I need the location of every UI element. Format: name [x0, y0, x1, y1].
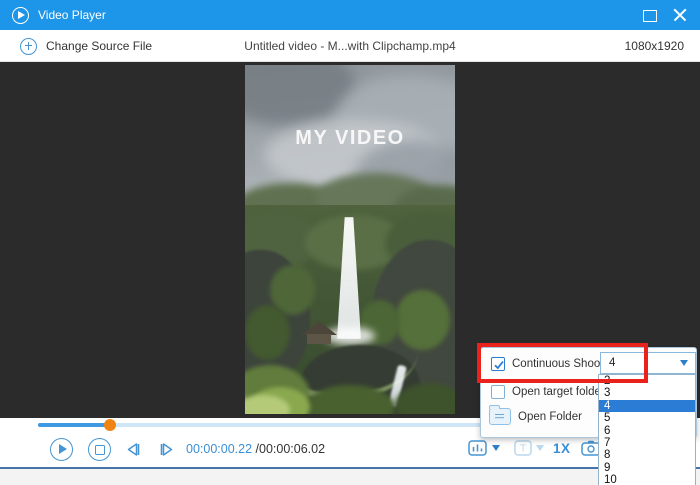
- play-button[interactable]: [50, 438, 73, 461]
- equalizer-icon: [468, 440, 487, 456]
- text-track-dropdown-button[interactable]: T: [514, 440, 544, 456]
- chevron-down-icon: [536, 445, 544, 451]
- video-frame[interactable]: MY VIDEO: [245, 65, 455, 414]
- foliage: [395, 290, 450, 350]
- step-forward-button[interactable]: [156, 442, 176, 457]
- shot-count-value: 4: [609, 357, 680, 369]
- change-source-button[interactable]: Change Source File: [20, 30, 152, 62]
- dropdown-option[interactable]: 9: [599, 462, 695, 474]
- open-folder-label: Open Folder: [518, 411, 582, 423]
- step-back-button[interactable]: [124, 442, 144, 457]
- toolbar: Untitled video - M...with Clipchamp.mp4 …: [0, 30, 700, 62]
- folder-icon: [489, 408, 511, 425]
- dropdown-option[interactable]: 3: [599, 387, 695, 399]
- dropdown-option[interactable]: 6: [599, 425, 695, 437]
- svg-text:T: T: [520, 444, 526, 455]
- shot-count-dropdown-list: 2 3 4 5 6 7 8 9 10: [598, 374, 696, 485]
- equalizer-dropdown-button[interactable]: [468, 440, 500, 456]
- dropdown-option[interactable]: 7: [599, 437, 695, 449]
- stop-button[interactable]: [88, 438, 111, 461]
- dropdown-option[interactable]: 2: [599, 375, 695, 387]
- progress-fill: [38, 423, 110, 427]
- window-buttons: [634, 0, 700, 30]
- checkbox-check-icon: [493, 359, 505, 371]
- current-time: 00:00:00.22: [186, 442, 252, 456]
- resolution-label: 1080x1920: [625, 30, 684, 62]
- time-display: 00:00:00.22 /00:00:06.02: [186, 442, 325, 456]
- titlebar: Video Player: [0, 0, 700, 30]
- app-play-icon: [12, 7, 29, 24]
- change-source-label: Change Source File: [46, 39, 152, 53]
- foliage: [245, 305, 290, 360]
- video-overlay-text: MY VIDEO: [245, 127, 455, 150]
- continuous-shooting-checkbox[interactable]: [491, 357, 505, 371]
- playback-speed-button[interactable]: 1X: [553, 441, 571, 456]
- open-folder-button[interactable]: Open Folder: [489, 408, 582, 425]
- dropdown-option[interactable]: 10: [599, 474, 695, 485]
- chevron-down-icon: [492, 445, 500, 451]
- maximize-button[interactable]: [634, 0, 664, 30]
- shot-count-combobox[interactable]: 4: [600, 352, 696, 374]
- dropdown-option[interactable]: 5: [599, 412, 695, 424]
- video-player-window: Video Player Untitled video - M...with C…: [0, 0, 700, 485]
- slider-handle[interactable]: [104, 419, 116, 431]
- chevron-down-icon: [680, 360, 688, 366]
- plus-icon: [20, 38, 37, 55]
- total-time: /00:00:06.02: [256, 442, 326, 456]
- status-footer: [0, 467, 700, 485]
- dropdown-option[interactable]: 8: [599, 449, 695, 461]
- dropdown-option-selected[interactable]: 4: [599, 400, 695, 412]
- window-title: Video Player: [38, 8, 106, 22]
- text-track-icon: T: [514, 440, 532, 456]
- open-target-folder-checkbox[interactable]: [491, 385, 505, 399]
- close-button[interactable]: [664, 0, 700, 30]
